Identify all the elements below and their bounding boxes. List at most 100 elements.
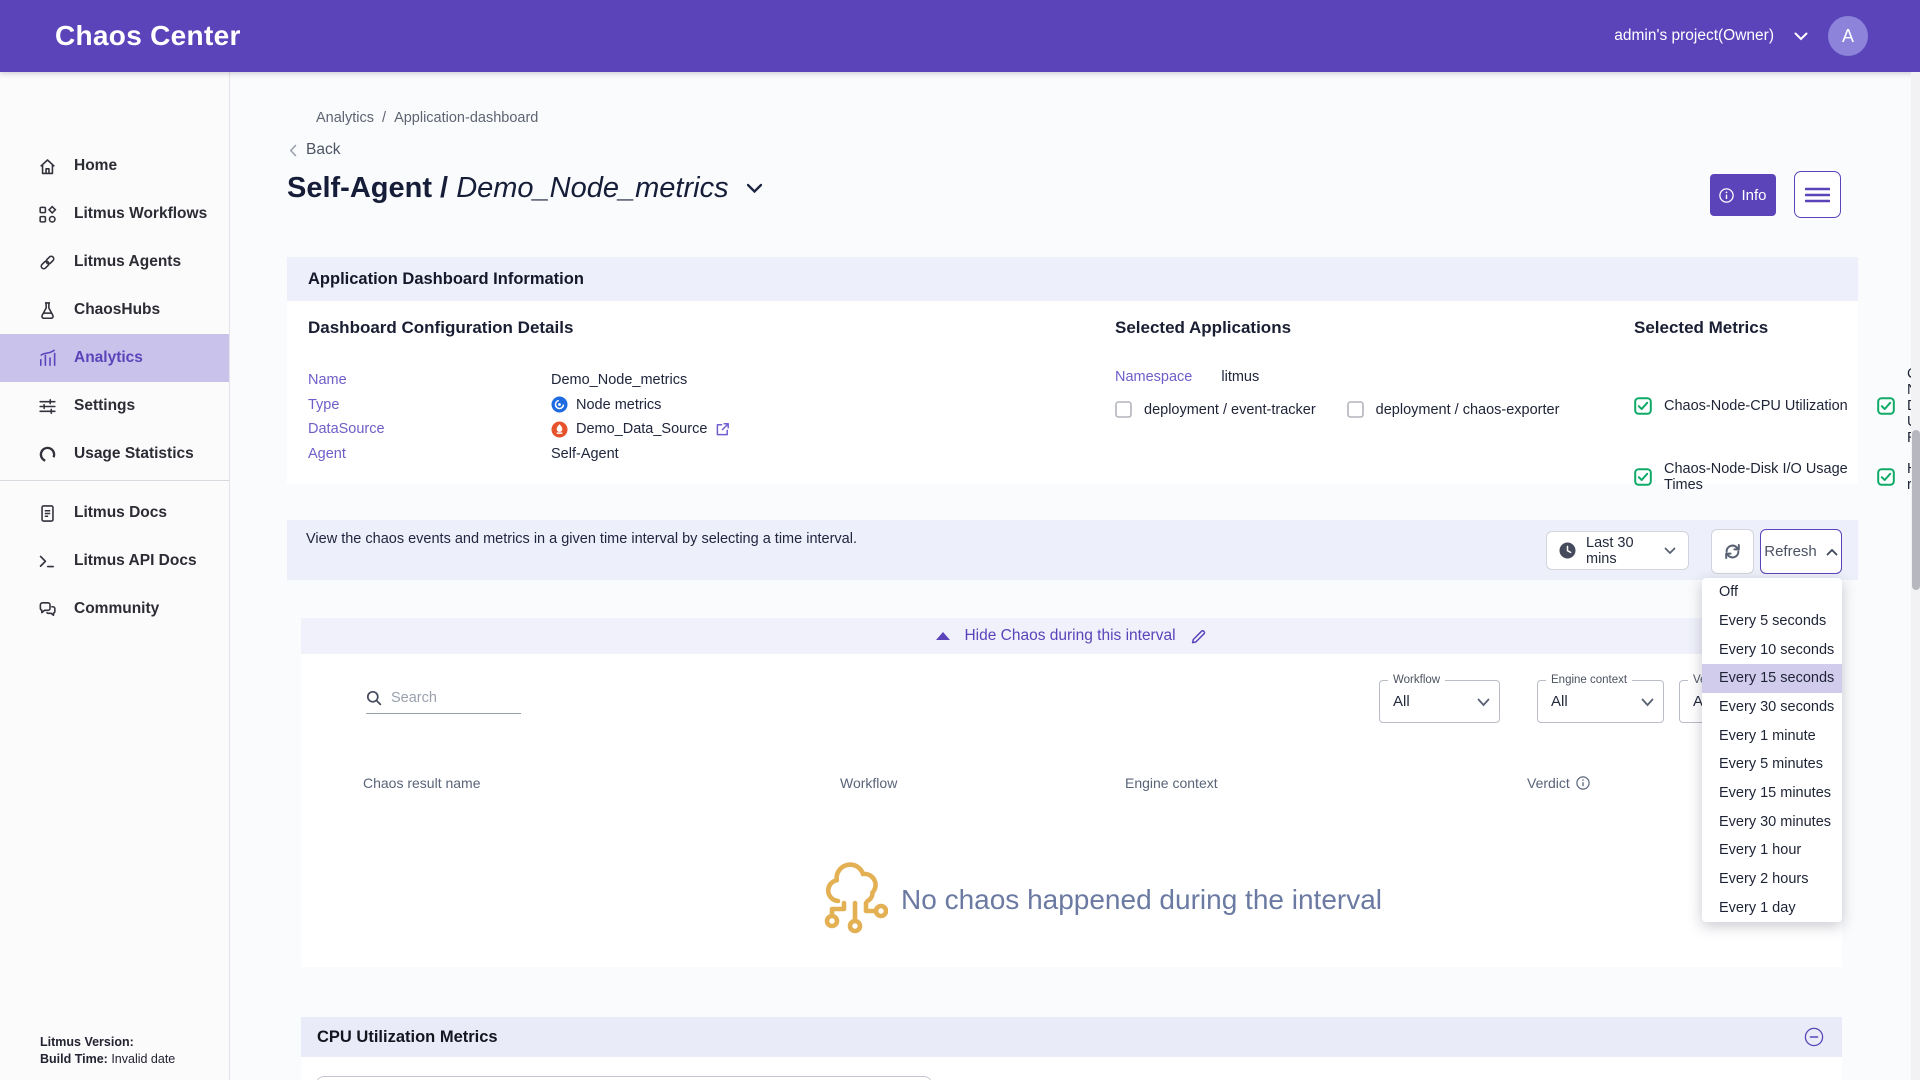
collapse-minus-icon[interactable] [1804, 1027, 1824, 1047]
hide-chaos-toggle[interactable]: Hide Chaos during this interval [301, 618, 1842, 654]
refresh-option-every-1-day[interactable]: Every 1 day [1702, 893, 1842, 922]
namespace-value: litmus [1221, 369, 1259, 385]
agents-icon [37, 252, 58, 273]
refresh-option-every-15-seconds[interactable]: Every 15 seconds [1702, 664, 1842, 693]
engine-context-filter-select[interactable]: Engine context All [1537, 680, 1664, 723]
unchecked-checkbox-icon [1347, 401, 1364, 418]
refresh-rate-dropdown-button[interactable]: Refresh [1760, 529, 1842, 574]
application-checkbox-chaos-exporter[interactable]: deployment / chaos-exporter [1347, 401, 1560, 418]
section-title: Selected Applications [1115, 301, 1559, 338]
column-header-label: Verdict [1527, 775, 1570, 791]
sidebar-item-analytics[interactable]: Analytics [0, 334, 229, 382]
agent-value: Self-Agent [551, 446, 619, 462]
datasource-label: DataSource [308, 421, 551, 437]
cpu-panel-top-edge [316, 1076, 932, 1080]
config-row-datasource: DataSource Demo_Data_Source [308, 417, 730, 442]
usage-statistics-icon [37, 444, 58, 465]
chevron-up-icon [1826, 548, 1838, 556]
build-time-label: Build Time: [40, 1052, 108, 1066]
config-row-agent: Agent Self-Agent [308, 442, 730, 467]
sidebar-item-litmus-api-docs[interactable]: Litmus API Docs [0, 537, 229, 585]
verdict-info-icon[interactable] [1576, 776, 1590, 790]
checkbox-label: Chaos-Node-Disk I/O Usage Times [1664, 461, 1877, 493]
metric-checkbox-disk-io-times[interactable]: Chaos-Node-Disk I/O Usage Times [1634, 461, 1877, 493]
refresh-option-every-2-hours[interactable]: Every 2 hours [1702, 865, 1842, 894]
checkbox-label: deployment / chaos-exporter [1376, 402, 1560, 418]
refresh-option-every-30-seconds[interactable]: Every 30 seconds [1702, 693, 1842, 722]
sidebar-item-litmus-docs[interactable]: Litmus Docs [0, 489, 229, 537]
breadcrumb-analytics[interactable]: Analytics [316, 110, 374, 126]
workflow-filter-select[interactable]: Workflow All [1379, 680, 1500, 723]
chevron-down-icon [1477, 698, 1490, 707]
checkbox-label: deployment / event-tracker [1144, 402, 1316, 418]
section-title: Selected Metrics [1634, 301, 1920, 338]
application-dashboard-information-card: Application Dashboard Information Dashbo… [287, 257, 1858, 484]
time-interval-bar: View the chaos events and metrics in a g… [287, 520, 1858, 580]
hide-chaos-label: Hide Chaos during this interval [964, 627, 1175, 645]
sidebar-item-litmus-agents[interactable]: Litmus Agents [0, 238, 229, 286]
cpu-utilization-section-header: CPU Utilization Metrics [301, 1017, 1842, 1057]
sidebar-item-community[interactable]: Community [0, 585, 229, 633]
chevron-down-icon[interactable] [1794, 32, 1808, 41]
chevron-down-icon [1641, 698, 1654, 707]
back-button[interactable]: Back [289, 141, 340, 159]
config-row-type: Type Node metrics [308, 393, 730, 418]
cpu-section-title: CPU Utilization Metrics [301, 1028, 498, 1047]
chevron-down-icon [1664, 547, 1676, 555]
sidebar: Home Litmus Workflows Litmus Agents Chao… [0, 72, 230, 1080]
time-range-value: Last 30 mins [1586, 535, 1644, 567]
sidebar-item-label: Litmus Agents [74, 253, 181, 271]
refresh-option-every-5-seconds[interactable]: Every 5 seconds [1702, 607, 1842, 636]
breadcrumb: Analytics / Application-dashboard [316, 110, 538, 126]
column-header-verdict: Verdict [1527, 775, 1590, 791]
time-range-selector[interactable]: Last 30 mins [1546, 531, 1689, 570]
project-selector-label[interactable]: admin's project(Owner) [1614, 27, 1774, 45]
build-time-value: Invalid date [111, 1052, 175, 1066]
version-label: Litmus Version: [40, 1035, 134, 1049]
refresh-option-every-30-minutes[interactable]: Every 30 minutes [1702, 807, 1842, 836]
refresh-now-button[interactable] [1711, 529, 1754, 574]
collapse-triangle-icon [936, 632, 950, 640]
prometheus-icon [551, 421, 568, 438]
sidebar-item-label: Home [74, 157, 117, 175]
type-label: Type [308, 397, 551, 413]
refresh-option-every-10-seconds[interactable]: Every 10 seconds [1702, 635, 1842, 664]
analytics-icon [37, 348, 58, 369]
refresh-option-every-1-minute[interactable]: Every 1 minute [1702, 721, 1842, 750]
cpu-utilization-section-body [301, 1057, 1842, 1080]
refresh-option-every-15-minutes[interactable]: Every 15 minutes [1702, 779, 1842, 808]
sidebar-item-label: Settings [74, 397, 135, 415]
selected-applications: Selected Applications Namespace litmus d… [1115, 301, 1559, 418]
metric-checkbox-cpu-utilization[interactable]: Chaos-Node-CPU Utilization [1634, 366, 1877, 446]
card-header: Application Dashboard Information [287, 257, 1858, 301]
agent-name: Self-Agent / [287, 172, 448, 204]
namespace-label: Namespace [1115, 369, 1192, 385]
avatar[interactable]: A [1828, 16, 1868, 56]
edit-pencil-icon[interactable] [1190, 628, 1207, 645]
sidebar-divider [0, 480, 229, 481]
checked-checkbox-icon [1877, 468, 1895, 486]
config-row-name: Name Demo_Node_metrics [308, 368, 730, 393]
sidebar-item-home[interactable]: Home [0, 142, 229, 190]
section-title: Dashboard Configuration Details [308, 301, 730, 338]
scrollbar-thumb[interactable] [1912, 430, 1920, 590]
dashboard-options-button[interactable] [1794, 171, 1841, 218]
application-checkbox-event-tracker[interactable]: deployment / event-tracker [1115, 401, 1316, 418]
home-icon [37, 156, 58, 177]
breadcrumb-separator: / [382, 110, 386, 126]
sidebar-item-usage-statistics[interactable]: Usage Statistics [0, 430, 229, 478]
search-input[interactable] [391, 690, 509, 706]
external-link-icon[interactable] [715, 422, 730, 437]
title-chevron-down-icon[interactable] [746, 183, 763, 194]
info-button[interactable]: Info [1710, 174, 1776, 216]
page-scrollbar[interactable] [1911, 72, 1920, 1080]
app-title: Chaos Center [55, 20, 241, 52]
sidebar-item-chaoshubs[interactable]: ChaosHubs [0, 286, 229, 334]
refresh-option-off[interactable]: Off [1702, 578, 1842, 607]
sidebar-item-settings[interactable]: Settings [0, 382, 229, 430]
node-metrics-icon [551, 396, 568, 413]
refresh-option-every-1-hour[interactable]: Every 1 hour [1702, 836, 1842, 865]
docs-icon [37, 503, 58, 524]
refresh-option-every-5-minutes[interactable]: Every 5 minutes [1702, 750, 1842, 779]
sidebar-item-litmus-workflows[interactable]: Litmus Workflows [0, 190, 229, 238]
